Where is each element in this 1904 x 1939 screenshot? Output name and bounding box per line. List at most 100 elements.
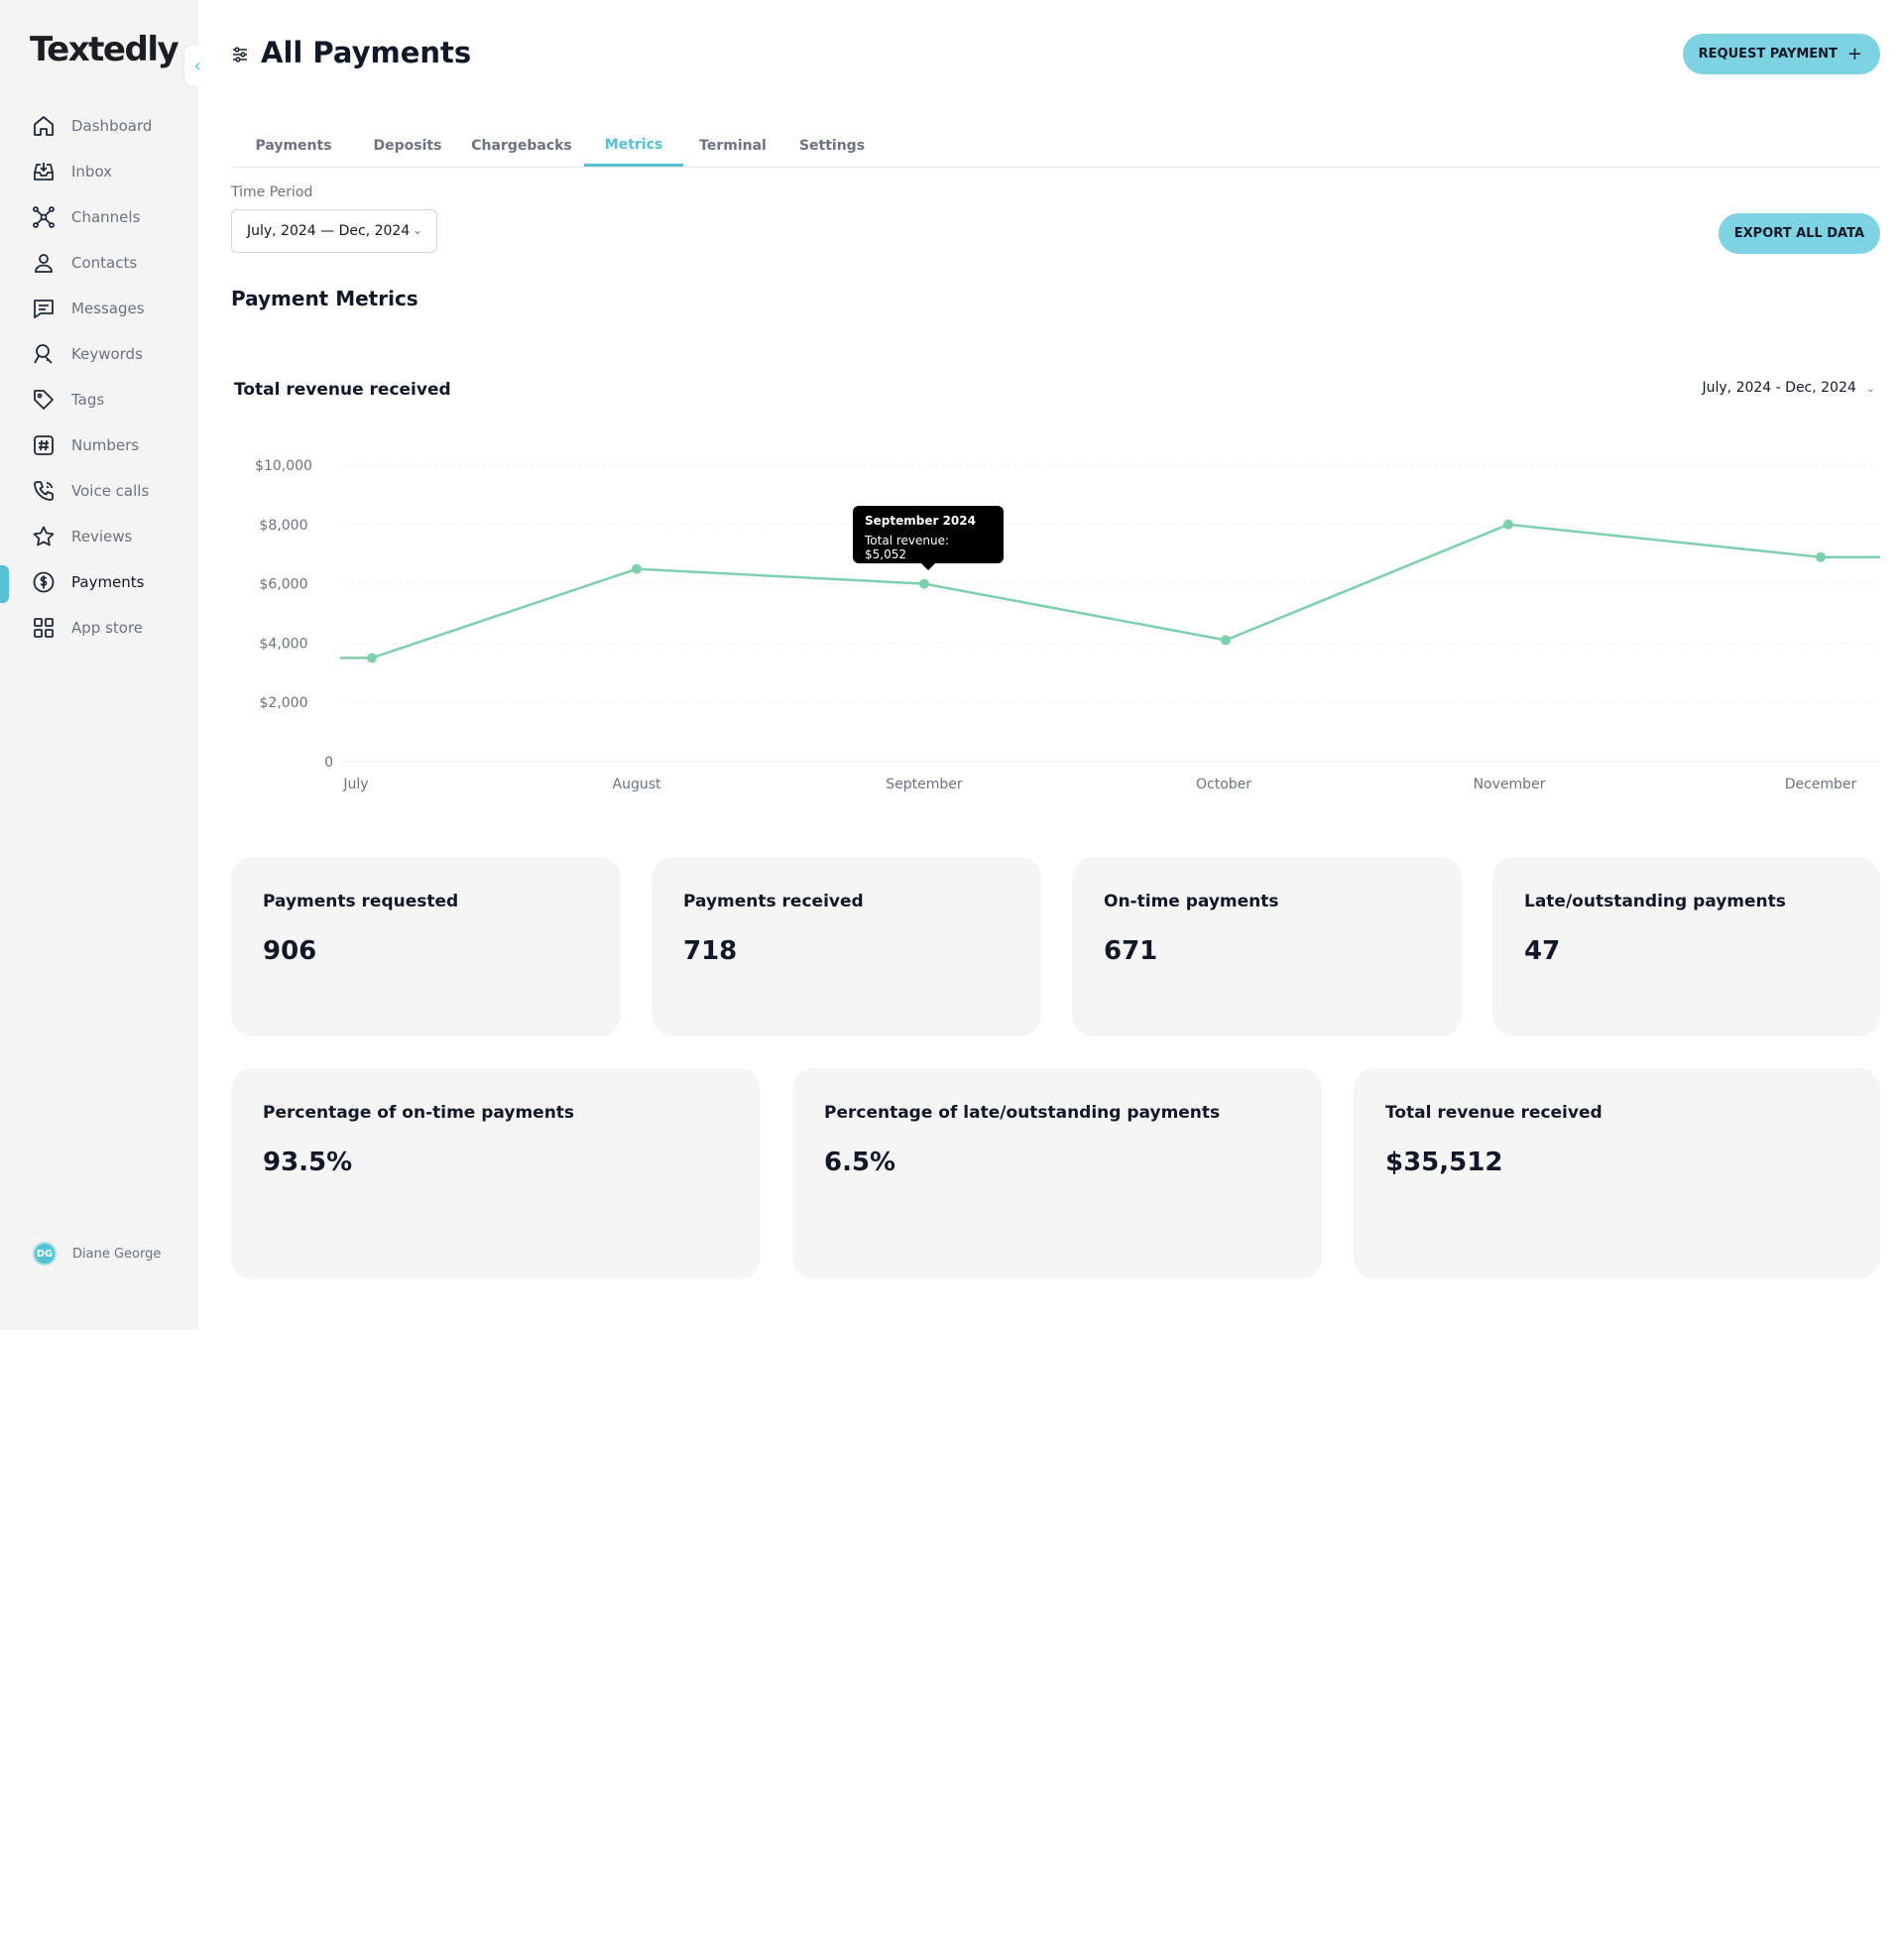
phone-icon [34,481,54,501]
revenue-line-chart: 0 $2,000 $4,000 $6,000 $8,000 $10,000 July Augu… [255,458,1880,792]
y-tick-label: $8,000 [260,518,308,534]
sidebar-item-channels[interactable]: Channels [0,194,198,240]
metric-value: 93.5% [263,1148,353,1177]
metric-label: Percentage of late/outstanding payments [824,1103,1221,1123]
metric-value: 671 [1104,936,1158,966]
y-tick-label: $2,000 [260,695,308,711]
sidebar: Textedly ‹ Dashboard Inbox Channels Cont… [0,0,210,1330]
sidebar-item-label: Reviews [71,528,133,545]
metric-value: 47 [1524,936,1561,966]
sidebar-item-label: Dashboard [71,117,153,135]
x-tick-label: August [613,777,662,792]
metric-label: Payments requested [263,892,459,911]
tab-bar: Payments Deposits Chargebacks Metrics Te… [231,125,1880,168]
request-payment-button[interactable]: REQUEST PAYMENT + [1682,34,1880,74]
x-tick-label: November [1474,777,1546,792]
data-point[interactable] [1503,519,1513,530]
sidebar-item-label: Numbers [71,436,140,454]
x-tick-label: December [1785,777,1857,792]
tab-terminal[interactable]: Terminal [683,125,782,167]
data-point[interactable] [1816,551,1826,562]
metric-label: Percentage of on-time payments [263,1103,575,1123]
data-point[interactable] [919,578,929,589]
tab-metrics[interactable]: Metrics [584,125,683,167]
filter-sliders-icon[interactable] [231,46,249,63]
sidebar-item-app-store[interactable]: App store [0,605,198,651]
sidebar-item-reviews[interactable]: Reviews [0,514,198,559]
metric-card-late-payments: Late/outstanding payments 47 [1492,857,1880,1036]
app-logo[interactable]: Textedly [30,30,179,69]
sidebar-item-contacts[interactable]: Contacts [0,240,198,286]
data-point[interactable] [1221,635,1231,646]
plus-icon: + [1846,44,1862,64]
y-tick-label: 0 [324,755,333,771]
message-icon [34,300,54,318]
sidebar-item-payments[interactable]: Payments [0,559,198,605]
sidebar-item-label: Contacts [71,254,138,272]
metric-card-on-time-payments: On-time payments 671 [1072,857,1462,1036]
sidebar-item-voice-calls[interactable]: Voice calls [0,468,198,514]
tab-deposits[interactable]: Deposits [356,125,459,167]
time-period-select[interactable]: July, 2024 — Dec, 2024 ⌄ [231,209,437,253]
sidebar-item-label: Tags [71,391,105,409]
metric-card-payments-requested: Payments requested 906 [231,857,621,1036]
time-period-value: July, 2024 — Dec, 2024 [247,223,411,239]
export-all-data-button[interactable]: EXPORT ALL DATA [1718,213,1880,254]
dollar-icon [33,571,55,593]
inbox-icon [34,163,54,181]
sidebar-item-label: Keywords [71,345,143,363]
page-title: All Payments [261,36,472,69]
hash-icon [34,435,54,455]
collapse-sidebar-button[interactable]: ‹ [184,46,210,85]
sidebar-item-label: App store [71,619,144,637]
user-icon [35,254,53,273]
y-tick-label: $6,000 [260,577,308,593]
sidebar-item-label: Messages [71,300,145,317]
sidebar-item-tags[interactable]: Tags [0,377,198,423]
metric-card-payments-received: Payments received 718 [652,857,1041,1036]
keyword-icon [34,344,53,364]
avatar: DG [33,1242,57,1266]
series-line [340,523,1880,660]
chart-range-value: July, 2024 - Dec, 2024 [1702,380,1856,396]
metric-card-on-time-percentage: Percentage of on-time payments 93.5% [231,1068,761,1279]
star-icon [33,526,55,546]
sidebar-nav: Dashboard Inbox Channels Contacts Messag… [0,103,198,651]
y-tick-label: $10,000 [255,458,312,474]
chart-title: Total revenue received [234,380,451,400]
home-icon [34,116,54,136]
sidebar-item-keywords[interactable]: Keywords [0,331,198,377]
chevron-left-icon: ‹ [193,55,201,76]
sidebar-item-label: Channels [71,208,141,226]
metric-label: On-time payments [1104,892,1279,911]
section-title: Payment Metrics [231,287,418,310]
data-point[interactable] [367,653,377,664]
chart-range-select[interactable]: July, 2024 - Dec, 2024 ⌄ [1703,380,1876,396]
sidebar-item-label: Voice calls [71,482,150,500]
metric-value: 718 [683,936,738,966]
grid-icon [34,618,54,638]
metric-label: Payments received [683,892,864,911]
user-name: Diane George [72,1246,162,1262]
channels-icon [33,206,55,228]
x-tick-label: September [886,777,963,792]
tab-chargebacks[interactable]: Chargebacks [459,125,584,167]
tag-icon [34,390,54,410]
sidebar-item-dashboard[interactable]: Dashboard [0,103,198,149]
metric-value: 6.5% [824,1148,896,1177]
sidebar-item-messages[interactable]: Messages [0,286,198,331]
sidebar-item-inbox[interactable]: Inbox [0,149,198,194]
request-payment-label: REQUEST PAYMENT [1698,47,1838,61]
x-tick-label: October [1196,777,1251,792]
tab-settings[interactable]: Settings [782,125,882,167]
chevron-down-icon: ⌄ [1865,381,1875,395]
tab-payments[interactable]: Payments [231,125,356,167]
metric-value: $35,512 [1385,1148,1503,1177]
sidebar-item-label: Inbox [71,163,113,181]
y-tick-label: $4,000 [260,636,308,652]
user-profile[interactable]: DG Diane George [33,1242,161,1266]
x-tick-label: July [342,777,368,792]
sidebar-item-numbers[interactable]: Numbers [0,423,198,468]
data-point[interactable] [632,563,642,574]
metric-label: Late/outstanding payments [1524,892,1786,911]
